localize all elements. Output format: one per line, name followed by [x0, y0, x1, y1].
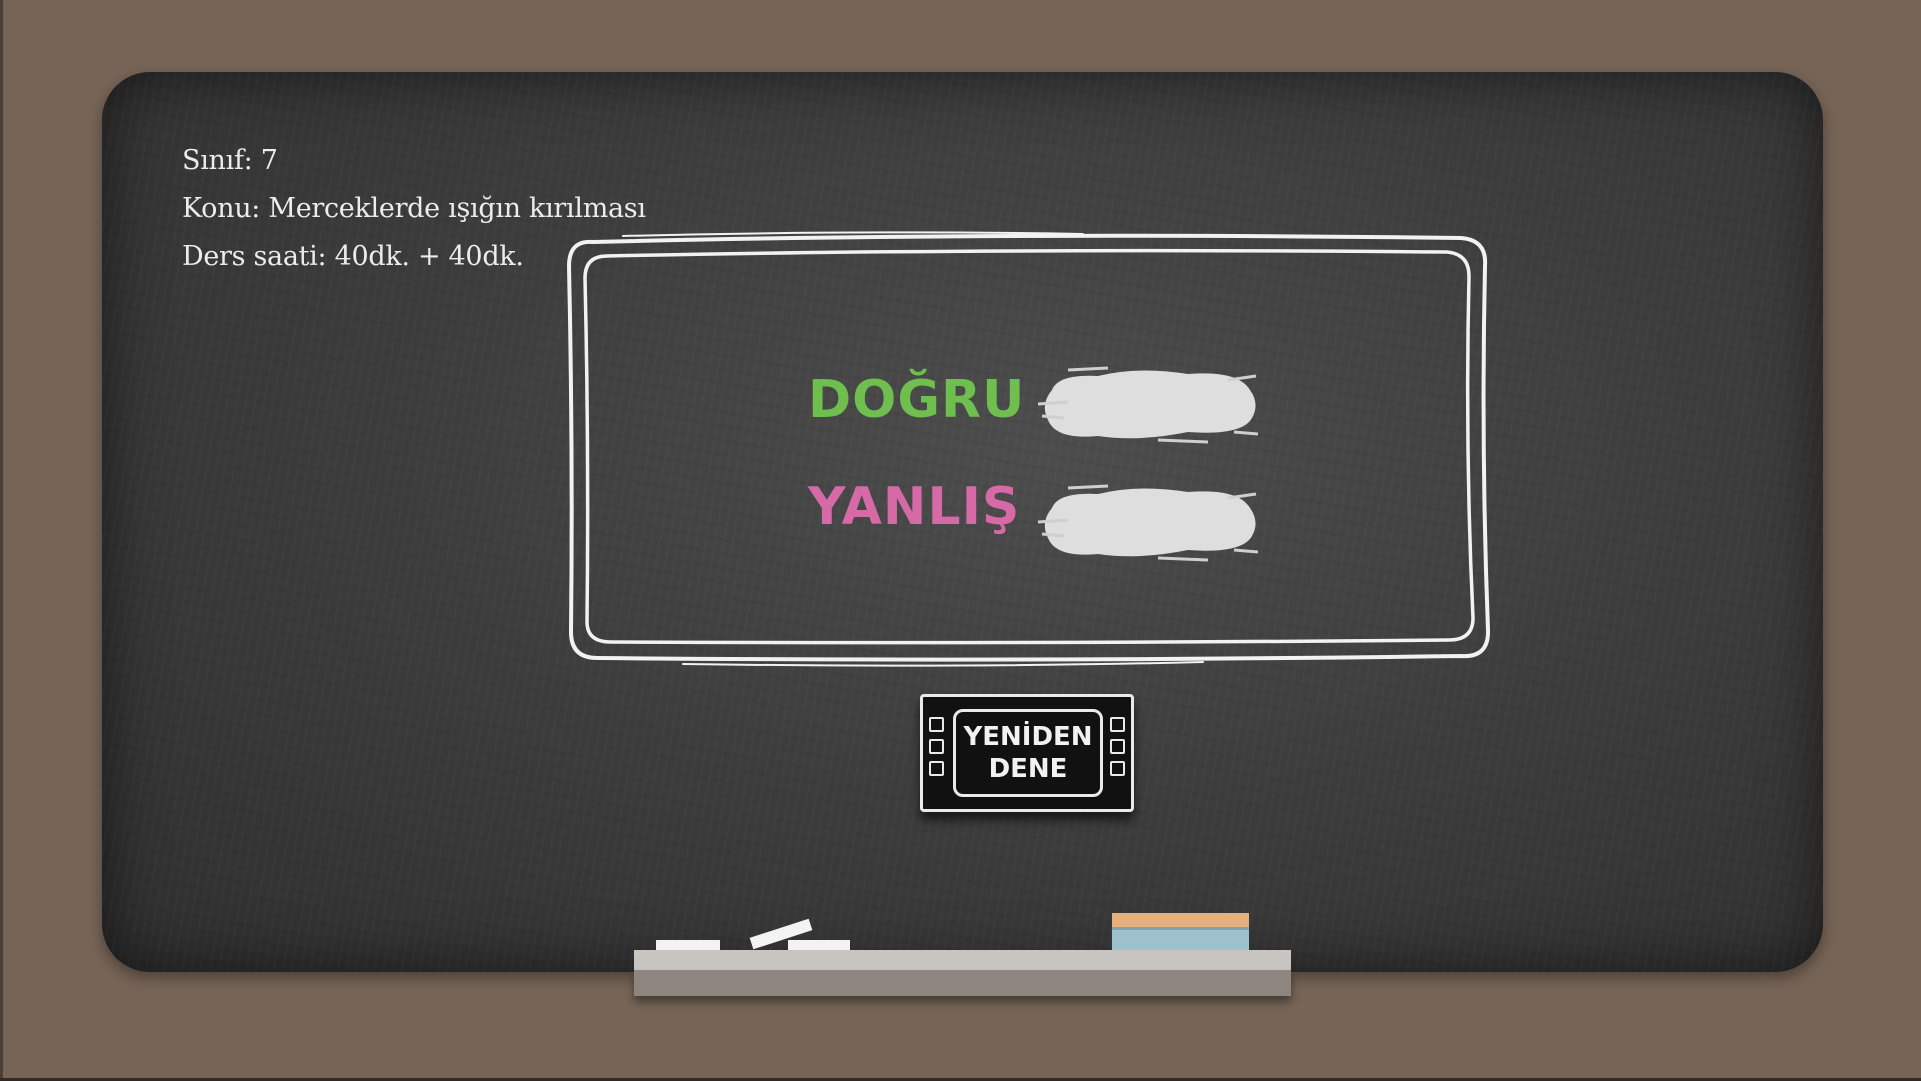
wrong-count-smudge	[1038, 484, 1258, 562]
film-hole-icon	[1110, 761, 1125, 776]
film-hole-icon	[1110, 739, 1125, 754]
wrong-label: YANLIŞ	[808, 477, 1021, 537]
left-edge	[0, 0, 3, 1081]
correct-count-smudge	[1038, 366, 1258, 444]
wrong-row: YANLIŞ	[808, 477, 1020, 537]
retry-button-label: YENİDEN DENE	[953, 709, 1103, 797]
eraser	[1112, 913, 1249, 951]
film-hole-icon	[929, 739, 944, 754]
correct-label: DOĞRU	[808, 370, 1026, 430]
chalk-tray	[634, 950, 1291, 996]
film-hole-icon	[1110, 717, 1125, 732]
chalk-frame	[567, 231, 1491, 667]
grade-text: Sınıf: 7	[182, 145, 278, 176]
film-hole-icon	[929, 761, 944, 776]
topic-text: Konu: Merceklerde ışığın kırılması	[182, 193, 646, 224]
film-hole-icon	[929, 717, 944, 732]
correct-row: DOĞRU	[808, 370, 1025, 430]
retry-button[interactable]: YENİDEN DENE	[920, 694, 1134, 812]
retry-label-line1: YENİDEN	[963, 722, 1093, 752]
retry-label-line2: DENE	[988, 754, 1068, 784]
